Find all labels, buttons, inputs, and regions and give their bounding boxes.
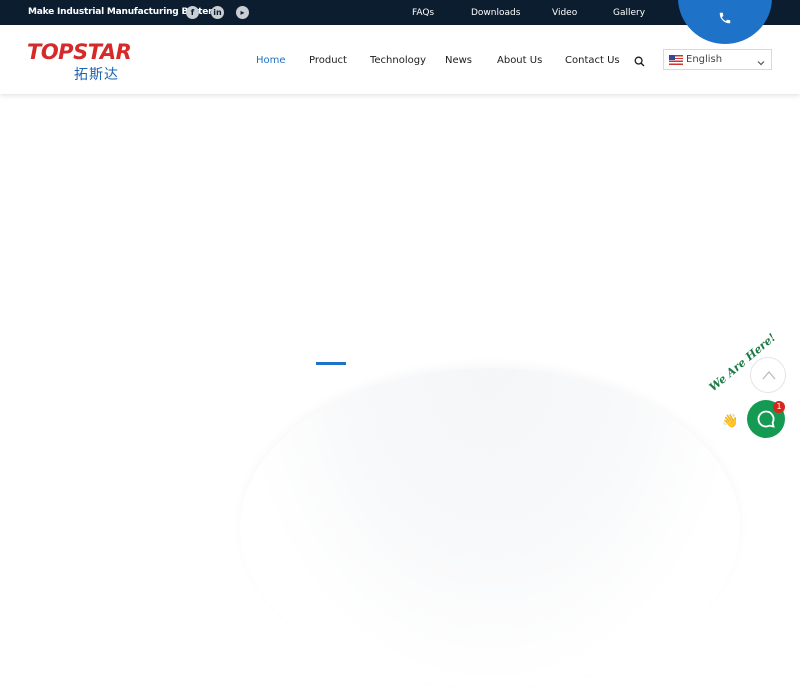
nav-product[interactable]: Product <box>309 55 347 66</box>
nav-technology[interactable]: Technology <box>370 55 426 66</box>
logo[interactable]: TOPSTAR 拓斯达 <box>27 40 151 84</box>
language-label: English <box>686 54 723 65</box>
nav-home[interactable]: Home <box>256 55 286 66</box>
toplink-downloads[interactable]: Downloads <box>471 8 520 18</box>
nav-about-us[interactable]: About Us <box>497 55 542 66</box>
us-flag-icon <box>669 55 683 65</box>
search-icon[interactable] <box>634 54 645 72</box>
logo-text-cn: 拓斯达 <box>74 67 119 83</box>
toplink-video[interactable]: Video <box>552 8 577 18</box>
toplink-gallery[interactable]: Gallery <box>613 8 645 18</box>
chat-icon <box>757 410 775 428</box>
chat-badge: 1 <box>773 401 785 413</box>
nav-contact-us[interactable]: Contact Us <box>565 55 620 66</box>
facebook-icon[interactable]: f <box>186 6 199 19</box>
chevron-down-icon <box>756 55 766 73</box>
logo-text-en: TOPSTAR <box>27 40 132 64</box>
nav-news[interactable]: News <box>445 55 472 66</box>
linkedin-icon[interactable]: in <box>211 6 224 19</box>
slider-pagination-active[interactable] <box>316 362 346 365</box>
tagline: Make Industrial Manufacturing Better <box>28 7 213 17</box>
youtube-icon[interactable]: ▸ <box>236 6 249 19</box>
decorative-arc <box>240 368 740 688</box>
toplink-faqs[interactable]: FAQs <box>412 8 434 18</box>
language-select[interactable]: English <box>663 49 772 70</box>
phone-icon <box>719 12 731 24</box>
wave-icon: 👋 <box>722 414 739 429</box>
